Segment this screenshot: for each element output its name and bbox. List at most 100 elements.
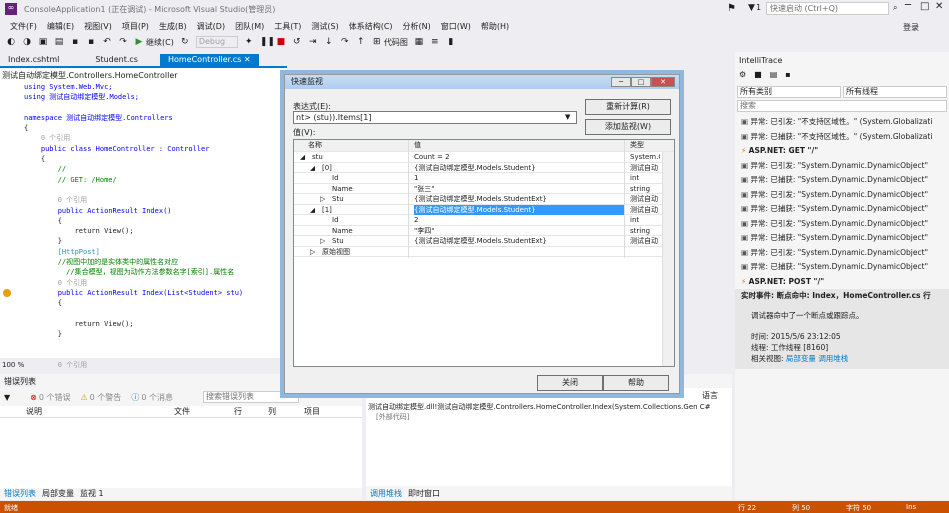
code-line[interactable]: { bbox=[24, 216, 243, 226]
code-line[interactable]: //集合模型，视图为动作方法参数名字[索引].属性名 bbox=[24, 267, 243, 277]
zoom-level[interactable]: 100 % bbox=[2, 361, 24, 369]
code-line[interactable]: 0 个引用 bbox=[24, 133, 243, 143]
code-line[interactable]: using System.Web.Mvc; bbox=[24, 82, 243, 92]
open-icon[interactable]: ▤ bbox=[770, 70, 778, 79]
error-icon[interactable]: ⊗ bbox=[30, 393, 37, 402]
trace-event[interactable]: ▣ 异常: 已捕获: "System.Dynamic.DynamicObject… bbox=[735, 260, 949, 275]
code-line[interactable]: return View(); bbox=[24, 226, 243, 236]
live-event-title[interactable]: 实时事件: 断点命中: Index，HomeController.cs 行 bbox=[735, 289, 949, 304]
menu-item[interactable]: 编辑(E) bbox=[47, 21, 74, 32]
menu-item[interactable]: 测试(S) bbox=[311, 21, 338, 32]
col-project[interactable]: 项目 bbox=[304, 406, 320, 417]
menu-item[interactable]: 团队(M) bbox=[235, 21, 264, 32]
code-line[interactable]: 0 个引用 bbox=[24, 360, 243, 370]
code-line[interactable]: //视图中加的是实体类中的属性名对应 bbox=[24, 257, 243, 267]
expression-input[interactable]: nt> (stu)).Items[1] bbox=[293, 111, 577, 124]
category-filter[interactable]: 所有类别 bbox=[737, 86, 841, 98]
show-next-icon[interactable]: ⇥ bbox=[308, 37, 318, 47]
menu-item[interactable]: 文件(F) bbox=[10, 21, 37, 32]
step-over-icon[interactable]: ↷ bbox=[340, 37, 350, 47]
comment-icon[interactable]: ≡ bbox=[430, 37, 440, 47]
message-count[interactable]: 0 个消息 bbox=[141, 392, 173, 403]
col-column[interactable]: 列 bbox=[268, 406, 276, 417]
menu-item[interactable]: 项目(P) bbox=[122, 21, 149, 32]
notification-icon[interactable]: ⚑ bbox=[727, 3, 736, 14]
watch-row[interactable]: ▷ Stu {测试自动绑定模型.Models.StudentExt} 测试自动 bbox=[294, 194, 674, 205]
menu-item[interactable]: 工具(T) bbox=[274, 21, 301, 32]
code-line[interactable]: } bbox=[24, 236, 243, 246]
flame-icon[interactable]: ✦ bbox=[244, 37, 254, 47]
watch-row[interactable]: Id 2 int bbox=[294, 215, 674, 226]
code-line[interactable]: public ActionResult Index() bbox=[24, 206, 243, 216]
callstack-link[interactable]: 调用堆栈 bbox=[818, 354, 848, 363]
locals-link[interactable]: 局部变量 bbox=[786, 354, 816, 363]
refresh-icon[interactable]: ↻ bbox=[180, 37, 190, 47]
bookmark-icon[interactable]: ▮ bbox=[446, 37, 456, 47]
recalculate-button[interactable]: 重新计算(R) bbox=[585, 99, 671, 115]
quick-launch-input[interactable]: 快速启动 (Ctrl+Q) bbox=[766, 2, 889, 15]
new-project-icon[interactable]: ▣ bbox=[38, 37, 48, 47]
code-line[interactable]: 0 个引用 bbox=[24, 278, 243, 288]
close-dialog-button[interactable]: 关闭 bbox=[537, 375, 603, 391]
settings-icon[interactable]: ⚙ bbox=[739, 70, 746, 79]
trace-event[interactable]: ⚡ ASP.NET: POST "/" bbox=[735, 275, 949, 290]
dialog-maximize-button[interactable]: □ bbox=[631, 77, 651, 87]
expander-icon[interactable]: ◢ bbox=[310, 205, 315, 215]
config-select[interactable]: Debug bbox=[195, 36, 238, 48]
menu-item[interactable]: 窗口(W) bbox=[441, 21, 471, 32]
code-line[interactable] bbox=[24, 339, 243, 349]
expander-icon[interactable]: ◢ bbox=[300, 152, 305, 162]
menu-item[interactable]: 体系结构(C) bbox=[349, 21, 393, 32]
login-link[interactable]: 登录 bbox=[903, 22, 919, 33]
pause-icon[interactable]: ❚❚ bbox=[260, 37, 275, 47]
dialog-minimize-button[interactable]: ─ bbox=[611, 77, 631, 87]
col-line[interactable]: 行 bbox=[234, 406, 242, 417]
info-icon[interactable]: ⓘ bbox=[131, 392, 139, 403]
help-button[interactable]: 帮助 bbox=[603, 375, 669, 391]
tab-student-cs[interactable]: Student.cs bbox=[87, 54, 146, 66]
error-count[interactable]: 0 个错误 bbox=[39, 392, 71, 403]
code-line[interactable]: public class HomeController : Controller bbox=[24, 144, 243, 154]
step-out-icon[interactable]: ↑ bbox=[356, 37, 366, 47]
code-line[interactable]: return View(); bbox=[24, 319, 243, 329]
menu-item[interactable]: 帮助(H) bbox=[481, 21, 509, 32]
menu-item[interactable]: 视图(V) bbox=[84, 21, 112, 32]
trace-event[interactable]: ▣ 异常: 已引发: "System.Dynamic.DynamicObject… bbox=[735, 217, 949, 232]
maximize-button[interactable]: □ bbox=[920, 1, 929, 12]
tab-error-list[interactable]: 错误列表 bbox=[4, 488, 36, 499]
tab-index-cshtml[interactable]: Index.cshtml bbox=[0, 54, 67, 66]
tab-immediate[interactable]: 即时窗口 bbox=[408, 488, 440, 499]
code-line[interactable]: { bbox=[24, 123, 243, 133]
watch-row[interactable]: ◢ [0] {测试自动绑定模型.Models.Student} 测试自动 bbox=[294, 163, 674, 173]
minimize-button[interactable]: ─ bbox=[905, 0, 911, 11]
warning-count[interactable]: 0 个警告 bbox=[90, 392, 122, 403]
undo-icon[interactable]: ↶ bbox=[102, 37, 112, 47]
menu-item[interactable]: 调试(D) bbox=[197, 21, 225, 32]
code-line[interactable]: { bbox=[24, 154, 243, 164]
filter-icon[interactable]: ▼ bbox=[4, 393, 10, 402]
trace-event[interactable]: ▣ 异常: 已捕获: "System.Dynamic.DynamicObject… bbox=[735, 173, 949, 188]
expander-icon[interactable]: ▷ bbox=[320, 236, 325, 246]
call-stack-external[interactable]: [外部代码] bbox=[376, 412, 409, 422]
code-line[interactable]: // GET: /Home/ bbox=[24, 175, 243, 185]
menu-item[interactable]: 分析(N) bbox=[403, 21, 431, 32]
expander-icon[interactable]: ▷ bbox=[320, 194, 325, 204]
code-line[interactable] bbox=[24, 309, 243, 319]
trace-event[interactable]: ▣ 异常: 已引发: "System.Dynamic.DynamicObject… bbox=[735, 246, 949, 261]
save-icon[interactable]: ▪ bbox=[785, 70, 790, 79]
code-line[interactable]: public ActionResult Index(List<Student> … bbox=[24, 288, 243, 298]
save-all-icon[interactable]: ▪ bbox=[86, 37, 96, 47]
watch-row[interactable]: Name "李四" string bbox=[294, 226, 674, 236]
warning-icon[interactable]: ⚠ bbox=[81, 393, 88, 402]
col-description[interactable]: 说明 bbox=[26, 406, 42, 417]
back-icon[interactable]: ◐ bbox=[6, 37, 16, 47]
watch-row[interactable]: Id 1 int bbox=[294, 173, 674, 184]
tab-homecontroller-cs[interactable]: HomeController.cs ✕ bbox=[159, 54, 259, 66]
navigation-bar[interactable]: 测试自动绑定模型.Controllers.HomeController bbox=[2, 70, 178, 81]
dialog-close-button[interactable]: ✕ bbox=[651, 77, 675, 87]
expression-dropdown-icon[interactable]: ▼ bbox=[565, 113, 570, 121]
restart-icon[interactable]: ↺ bbox=[292, 37, 302, 47]
code-line[interactable]: namespace 测试自动绑定模型.Controllers bbox=[24, 113, 243, 123]
continue-icon[interactable]: ▶ bbox=[134, 37, 144, 47]
col-value[interactable]: 值 bbox=[414, 140, 421, 150]
